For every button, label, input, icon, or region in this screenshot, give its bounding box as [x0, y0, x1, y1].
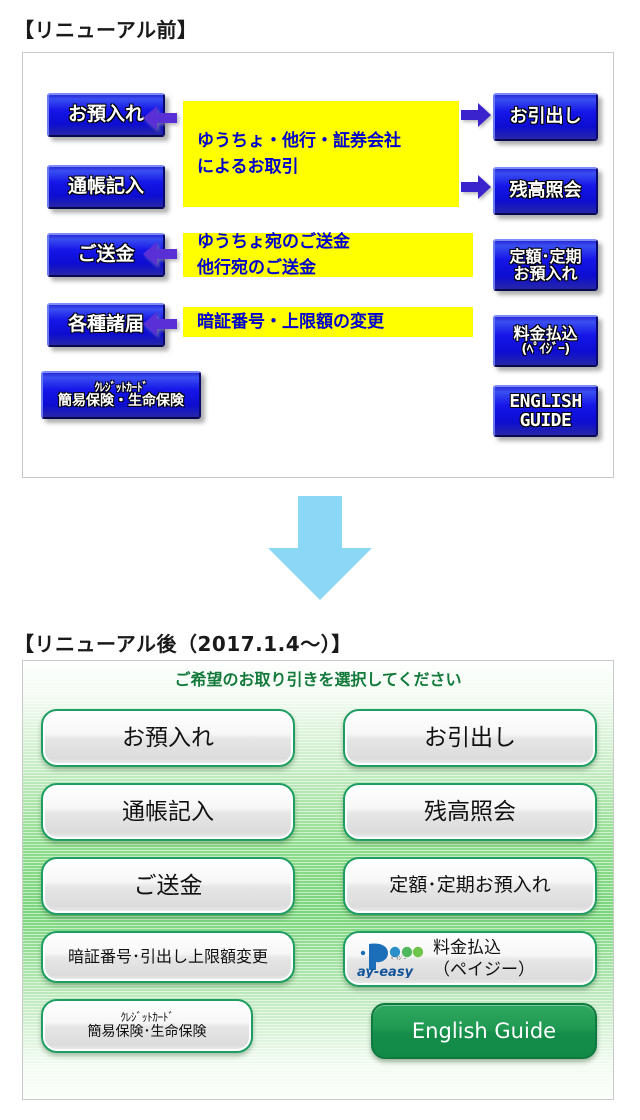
old-button-transfer-label: ご送金 — [77, 243, 135, 266]
old-button-credit-insurance[interactable]: ｸﾚｼﾞｯﾄｶｰﾄﾞ 簡易保険・生命保険 — [41, 371, 201, 419]
new-button-withdraw-label: お引出し — [424, 724, 516, 751]
old-button-passbook-label: 通帳記入 — [67, 175, 144, 198]
svg-text:ay-easy: ay-easy — [357, 965, 414, 978]
new-button-fixed-label: 定額･定期お預入れ — [389, 874, 551, 897]
old-button-notices-label: 各種諸届 — [67, 313, 144, 336]
new-button-pin-limit-change[interactable]: 暗証番号･引出し上限額変更 — [41, 931, 295, 983]
old-button-balance-label: 残高照会 — [509, 179, 582, 201]
svg-text:ﾍﾟｲｼﾞｰ: ﾍﾟｲｼﾞｰ — [391, 955, 407, 962]
new-button-passbook-label: 通帳記入 — [122, 798, 214, 825]
new-button-balance-label: 残高照会 — [424, 798, 516, 825]
heading-before-renewal: 【リニューアル前】 — [14, 18, 198, 42]
old-button-withdraw[interactable]: お引出し — [493, 93, 598, 141]
old-button-english-line2: GUIDE — [519, 410, 572, 431]
new-button-credit-line2: 簡易保険･生命保険 — [87, 1024, 207, 1041]
atm-screen-header: ご希望のお取り引きを選択してください — [174, 670, 462, 689]
arrow-down-icon — [268, 496, 372, 600]
arrow-left-icon — [143, 241, 177, 267]
new-button-deposit[interactable]: お預入れ — [41, 709, 295, 767]
old-button-payeasy[interactable]: 料金払込 (ﾍﾟｲｼﾞｰ) — [493, 315, 598, 367]
pay-easy-logo-icon: ﾍﾟｲｼﾞｰ ay-easy — [355, 940, 427, 980]
new-button-pin-label: 暗証番号･引出し上限額変更 — [67, 947, 268, 966]
old-button-payeasy-line1: 料金払込 — [513, 324, 578, 344]
old-button-fixed-line1: 定額･定期 — [509, 246, 582, 266]
arrow-left-icon — [143, 105, 177, 131]
old-button-passbook[interactable]: 通帳記入 — [47, 165, 165, 209]
after-renewal-panel: ご希望のお取り引きを選択してください お預入れ 通帳記入 ご送金 暗証番号･引出… — [22, 660, 614, 1100]
new-button-fixed-deposit[interactable]: 定額･定期お預入れ — [343, 857, 597, 915]
new-button-credit-insurance[interactable]: ｸﾚｼﾞｯﾄｶｰﾄﾞ 簡易保険･生命保険 — [41, 999, 253, 1053]
old-button-fixed-deposit[interactable]: 定額･定期 お預入れ — [493, 239, 598, 291]
old-button-english-line1: ENGLISH — [509, 390, 582, 412]
new-button-passbook[interactable]: 通帳記入 — [41, 783, 295, 841]
old-button-withdraw-label: お引出し — [509, 105, 582, 127]
callout-pin-limit: 暗証番号・上限額の変更 — [183, 307, 473, 337]
callout-transactions: ゆうちょ・他行・証券会社 によるお取引 — [183, 101, 459, 207]
callout-remittance-line2: 他行宛のご送金 — [197, 258, 316, 278]
new-button-english-guide[interactable]: English Guide — [371, 1003, 597, 1059]
new-button-payeasy-line1: 料金払込 — [433, 937, 501, 958]
callout-pin-line1: 暗証番号・上限額の変更 — [197, 311, 384, 332]
old-button-balance-inquiry[interactable]: 残高照会 — [493, 167, 598, 215]
arrow-right-icon — [461, 103, 491, 127]
new-button-payeasy-line2: （ペイジー） — [433, 960, 535, 980]
new-button-english-label: English Guide — [411, 1018, 557, 1043]
heading-after-renewal: 【リニューアル後（2017.1.4〜）】 — [14, 632, 352, 656]
old-button-fixed-line2: お預入れ — [513, 264, 578, 283]
arrow-left-icon — [143, 311, 177, 337]
arrow-right-icon — [461, 175, 491, 199]
callout-remittance: ゆうちょ宛のご送金 他行宛のご送金 — [183, 232, 473, 278]
old-button-credit-line2: 簡易保険・生命保険 — [58, 392, 184, 409]
old-button-english-guide[interactable]: ENGLISH GUIDE — [493, 385, 598, 437]
new-button-deposit-label: お預入れ — [122, 724, 214, 751]
new-button-payeasy[interactable]: ﾍﾟｲｼﾞｰ ay-easy 料金払込 （ペイジー） — [343, 931, 597, 987]
new-button-withdraw[interactable]: お引出し — [343, 709, 597, 767]
callout-transactions-line2: によるお取引 — [197, 157, 299, 177]
callout-transactions-line1: ゆうちょ・他行・証券会社 — [197, 130, 401, 151]
new-button-credit-line1: ｸﾚｼﾞｯﾄｶｰﾄﾞ — [120, 1010, 174, 1025]
callout-remittance-line1: ゆうちょ宛のご送金 — [197, 231, 350, 252]
old-button-credit-line1: ｸﾚｼﾞｯﾄｶｰﾄﾞ — [94, 380, 148, 395]
new-button-balance-inquiry[interactable]: 残高照会 — [343, 783, 597, 841]
before-renewal-panel: お預入れ 通帳記入 ご送金 各種諸届 ｸﾚｼﾞｯﾄｶｰﾄﾞ 簡易保険・生命保険 … — [22, 52, 614, 478]
old-button-deposit-label: お預入れ — [67, 103, 144, 126]
new-button-transfer[interactable]: ご送金 — [41, 857, 295, 915]
new-button-transfer-label: ご送金 — [133, 872, 203, 899]
old-button-payeasy-line2: (ﾍﾟｲｼﾞｰ) — [521, 341, 570, 357]
